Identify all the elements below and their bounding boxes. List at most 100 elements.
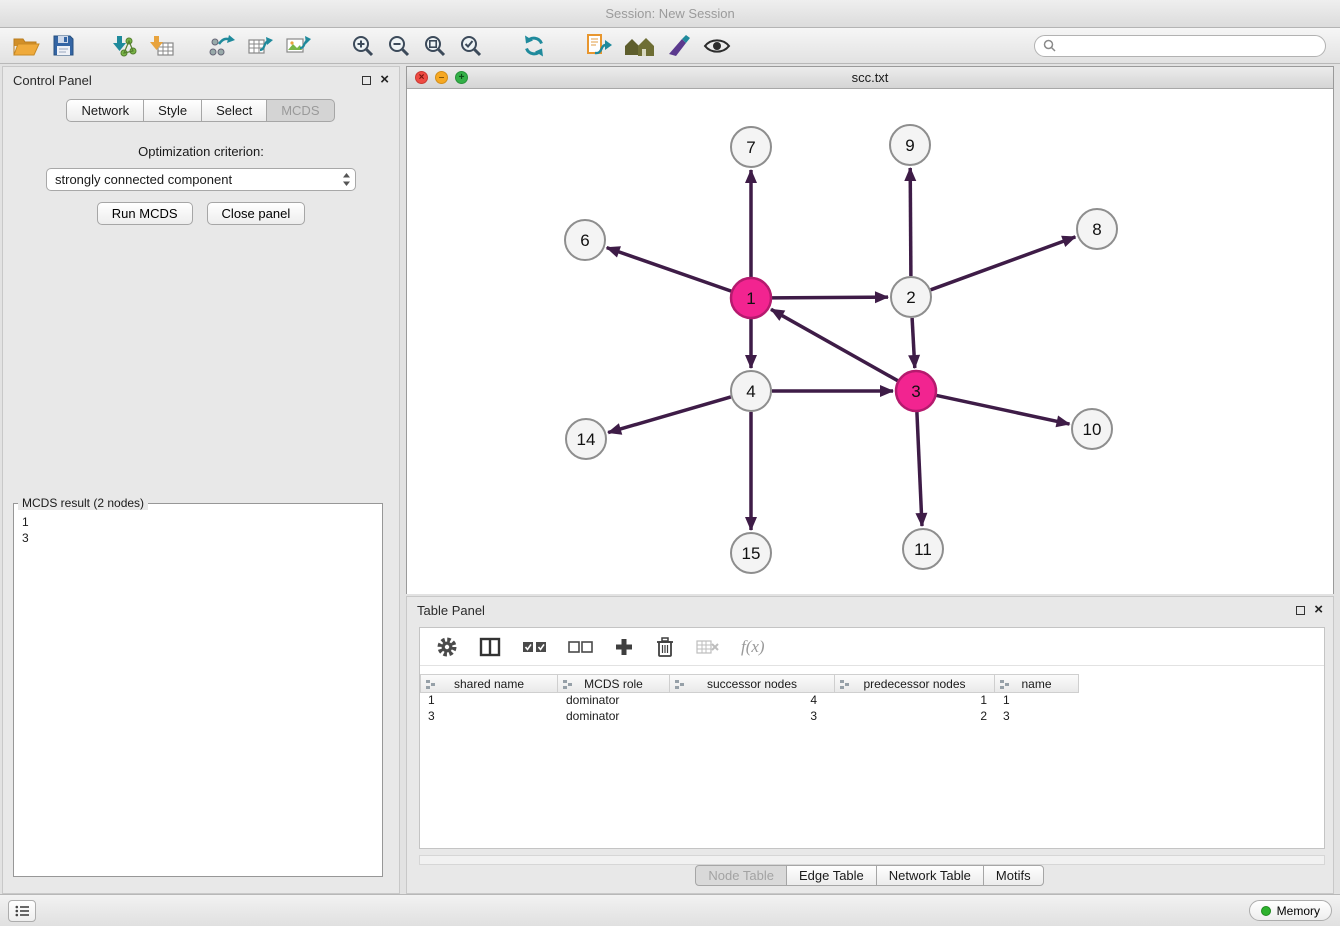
apply-layout-button[interactable] — [519, 32, 549, 60]
column-label: name — [1021, 677, 1051, 691]
zoom-in-button[interactable] — [349, 32, 377, 60]
network-graph[interactable]: 1234678910111415 — [407, 89, 1333, 594]
run-mcds-button[interactable]: Run MCDS — [97, 202, 193, 225]
column-label: successor nodes — [707, 677, 797, 691]
criterion-dropdown-value: strongly connected component — [55, 172, 342, 187]
show-column-button[interactable] — [479, 637, 501, 657]
import-network-button[interactable] — [109, 32, 139, 60]
network-window: × – + scc.txt 1234678910111415 — [406, 66, 1334, 594]
show-graphics-details-button[interactable] — [701, 35, 733, 57]
export-table-icon — [247, 34, 273, 58]
control-panel-float-button[interactable] — [362, 76, 371, 85]
style-brush-button[interactable] — [665, 32, 693, 60]
network-window-titlebar[interactable]: × – + scc.txt — [407, 67, 1333, 89]
cell-successor-nodes: 4 — [670, 693, 835, 709]
zoom-out-icon — [387, 34, 411, 58]
table-panel: Table Panel × — [406, 596, 1334, 894]
tab-style[interactable]: Style — [143, 99, 202, 122]
control-panel-header: Control Panel × — [3, 67, 399, 93]
export-network-button[interactable] — [207, 32, 237, 60]
table-horizontal-scrollbar[interactable] — [419, 855, 1325, 865]
memory-status-dot — [1261, 906, 1271, 916]
graph-edge-2-8[interactable] — [931, 237, 1076, 290]
graph-node-label-11: 11 — [914, 540, 932, 559]
window-close-button[interactable]: × — [415, 71, 428, 84]
close-panel-button[interactable]: Close panel — [207, 202, 306, 225]
task-history-button[interactable] — [8, 900, 36, 922]
function-builder-button[interactable]: f(x) — [741, 637, 765, 657]
create-column-button[interactable] — [614, 637, 634, 657]
column-header-mcds-role[interactable]: MCDS role — [558, 674, 670, 693]
tab-motifs[interactable]: Motifs — [983, 865, 1044, 886]
control-panel: Control Panel × Network Style Select MCD… — [2, 66, 400, 894]
graph-edge-1-6[interactable] — [607, 248, 732, 292]
zoom-selected-button[interactable] — [457, 32, 485, 60]
column-header-predecessor-nodes[interactable]: predecessor nodes — [835, 674, 995, 693]
export-table-button[interactable] — [245, 32, 275, 60]
column-label: predecessor nodes — [863, 677, 965, 691]
tab-node-table[interactable]: Node Table — [695, 865, 787, 886]
mcds-result-list[interactable]: 1 3 — [14, 510, 382, 546]
open-session-button[interactable] — [10, 32, 42, 59]
network-home-button[interactable] — [622, 33, 657, 59]
graph-node-label-10: 10 — [1083, 420, 1102, 439]
cell-successor-nodes: 3 — [670, 709, 835, 725]
mcds-result-line-2: 3 — [22, 530, 382, 546]
memory-button[interactable]: Memory — [1249, 900, 1332, 921]
delete-table-button[interactable] — [696, 638, 720, 656]
window-traffic-lights: × – + — [415, 71, 468, 84]
graph-node-label-6: 6 — [580, 231, 589, 250]
column-label: MCDS role — [584, 677, 643, 691]
table-row[interactable]: 3 dominator 3 2 3 — [420, 709, 1324, 725]
graph-edge-3-1[interactable] — [771, 309, 898, 380]
save-session-button[interactable] — [50, 32, 77, 59]
criterion-dropdown[interactable]: strongly connected component — [46, 168, 356, 191]
export-image-button[interactable] — [283, 32, 313, 60]
cell-predecessor-nodes: 2 — [835, 709, 995, 725]
table-settings-button[interactable] — [436, 636, 458, 658]
graph-edge-4-14[interactable] — [608, 397, 731, 433]
graph-edge-3-10[interactable] — [937, 395, 1070, 424]
zoom-fit-button[interactable] — [421, 32, 449, 60]
table-panel-float-button[interactable] — [1296, 606, 1305, 615]
graph-node-label-2: 2 — [906, 288, 915, 307]
table-panel-tabs: Node Table Edge Table Network Table Moti… — [407, 865, 1333, 886]
zoom-out-button[interactable] — [385, 32, 413, 60]
control-panel-tabs: Network Style Select MCDS — [3, 99, 399, 122]
graph-edge-3-11[interactable] — [917, 412, 922, 526]
zoom-selected-icon — [459, 34, 483, 58]
search-box[interactable] — [1034, 35, 1326, 57]
tab-network[interactable]: Network — [66, 99, 144, 122]
window-maximize-button[interactable]: + — [455, 71, 468, 84]
window-minimize-button[interactable]: – — [435, 71, 448, 84]
column-header-shared-name[interactable]: shared name — [420, 674, 558, 693]
table-row[interactable]: 1 dominator 4 1 1 — [420, 693, 1324, 709]
tab-mcds[interactable]: MCDS — [266, 99, 334, 122]
cell-mcds-role: dominator — [558, 709, 670, 725]
unselect-all-columns-button[interactable] — [568, 640, 593, 654]
select-all-columns-button[interactable] — [522, 640, 547, 654]
graph-edge-2-9[interactable] — [910, 168, 911, 276]
graph-edge-1-2[interactable] — [772, 297, 888, 298]
delete-table-icon — [696, 638, 720, 656]
search-input[interactable] — [1061, 39, 1317, 53]
mcds-result-box: MCDS result (2 nodes) 1 3 — [13, 496, 383, 877]
tab-select[interactable]: Select — [201, 99, 267, 122]
column-header-successor-nodes[interactable]: successor nodes — [670, 674, 835, 693]
graph-edge-2-3[interactable] — [912, 318, 915, 368]
table-toolbar: f(x) — [420, 628, 1324, 666]
cell-mcds-role: dominator — [558, 693, 670, 709]
tab-edge-table[interactable]: Edge Table — [786, 865, 877, 886]
column-header-name[interactable]: name — [995, 674, 1079, 693]
control-panel-close-button[interactable]: × — [380, 74, 389, 86]
table-panel-close-button[interactable]: × — [1314, 604, 1323, 616]
mcds-action-buttons: Run MCDS Close panel — [3, 202, 399, 225]
network-canvas[interactable]: 1234678910111415 — [407, 89, 1333, 594]
export-to-web-button[interactable] — [583, 31, 614, 61]
tab-network-table[interactable]: Network Table — [876, 865, 984, 886]
main-toolbar — [0, 28, 1340, 64]
network-window-title: scc.txt — [852, 70, 889, 85]
import-table-button[interactable] — [147, 32, 177, 60]
graph-node-label-15: 15 — [742, 544, 761, 563]
delete-column-button[interactable] — [655, 636, 675, 658]
